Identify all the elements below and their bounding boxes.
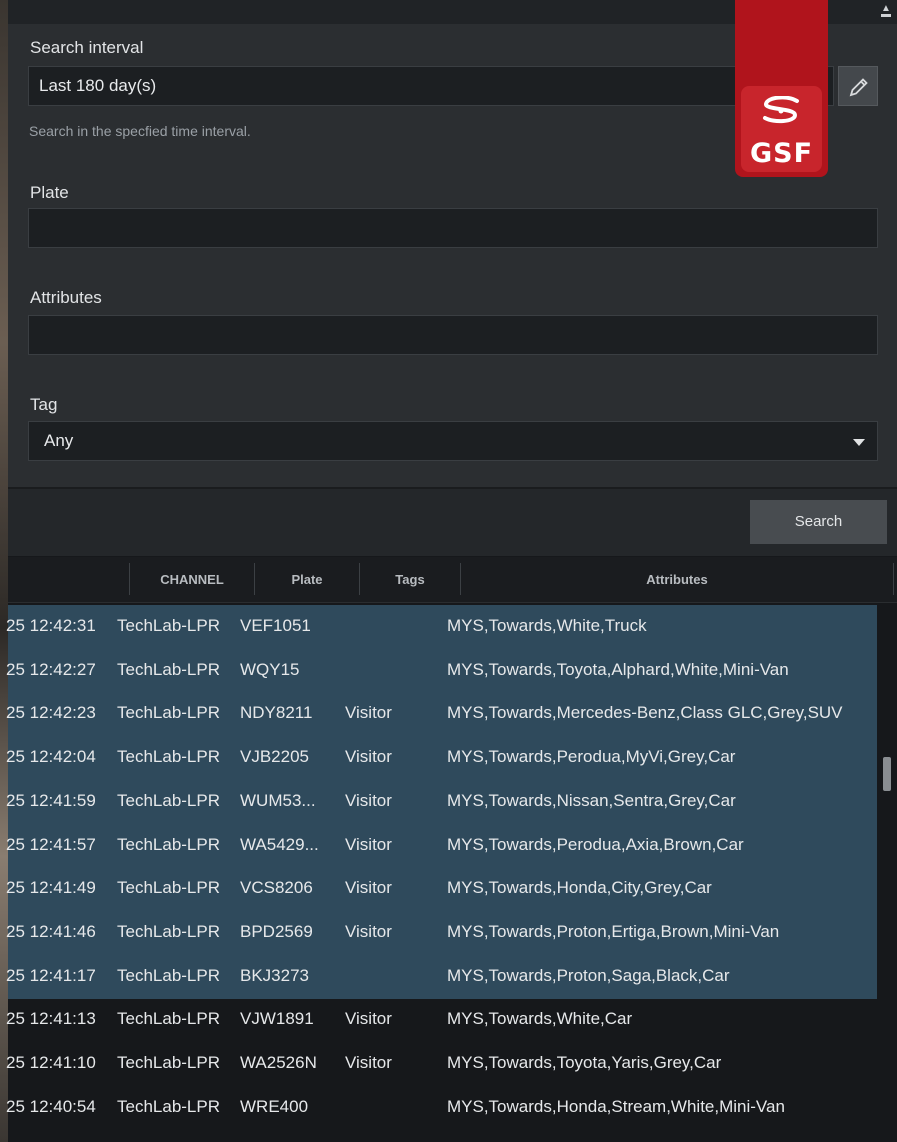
tag-label: Tag bbox=[30, 395, 58, 414]
search-interval-value: Last 180 day(s) bbox=[39, 76, 157, 95]
table-row[interactable]: 25 12:41:10 TechLab-LPR WA2526N Visitor MYS,… bbox=[6, 1042, 877, 1086]
cell-attributes: MYS,Towards,Honda,City,Grey,Car bbox=[447, 878, 712, 897]
table-row[interactable]: 25 12:41:57 TechLab-LPR WA5429... Visitor MY… bbox=[6, 824, 877, 868]
results-table-header: CHANNEL Plate Tags Attributes bbox=[8, 557, 897, 603]
search-button[interactable]: Search bbox=[750, 500, 887, 544]
plate-input[interactable] bbox=[28, 208, 878, 248]
gsf-logo-badge: GSF bbox=[741, 86, 822, 172]
cell-time: 25 12:40:54 bbox=[6, 1097, 96, 1116]
cell-channel: TechLab-LPR bbox=[117, 791, 221, 810]
cell-plate: VJB2205 bbox=[240, 747, 309, 766]
column-header-tags[interactable]: Tags bbox=[360, 557, 460, 603]
cell-time: 25 12:41:49 bbox=[6, 878, 96, 897]
cell-channel: TechLab-LPR bbox=[117, 747, 221, 766]
gsf-logo-text: GSF bbox=[749, 138, 814, 169]
cell-tags: Visitor bbox=[345, 703, 392, 722]
cell-channel: TechLab-LPR bbox=[117, 835, 221, 854]
table-row[interactable]: 25 12:41:13 TechLab-LPR VJW1891 Visitor MYS,… bbox=[6, 998, 877, 1042]
scrollbar-thumb[interactable] bbox=[883, 757, 891, 791]
attributes-label: Attributes bbox=[30, 288, 102, 307]
cell-channel: TechLab-LPR bbox=[117, 1053, 221, 1072]
gsf-logo-mark bbox=[763, 96, 799, 124]
cell-time: 25 12:41:59 bbox=[6, 791, 96, 810]
cell-time: 25 12:41:13 bbox=[6, 1009, 96, 1028]
column-header-plate[interactable]: Plate bbox=[255, 557, 359, 603]
cell-channel: TechLab-LPR bbox=[117, 966, 221, 985]
table-row[interactable]: 25 12:41:46 TechLab-LPR BPD2569 Visitor MYS,… bbox=[6, 911, 877, 955]
cell-plate: WA5429... bbox=[240, 835, 319, 854]
edit-interval-button[interactable] bbox=[838, 66, 878, 106]
cell-time: 25 12:42:23 bbox=[6, 703, 96, 722]
cell-plate: WRE400 bbox=[240, 1097, 309, 1116]
search-interval-hint: Search in the specfied time interval. bbox=[29, 123, 251, 139]
cell-plate: VCS8206 bbox=[240, 878, 313, 897]
cell-plate: NDY8211 bbox=[240, 703, 313, 722]
cell-tags: Visitor bbox=[345, 922, 392, 941]
cell-tags: Visitor bbox=[345, 878, 392, 897]
cell-time: 25 12:41:57 bbox=[6, 835, 96, 854]
cell-plate: WUM53... bbox=[240, 791, 316, 810]
cell-tags: Visitor bbox=[345, 747, 392, 766]
cell-plate: WA2526N bbox=[240, 1053, 317, 1072]
cell-channel: TechLab-LPR bbox=[117, 660, 221, 679]
table-row[interactable]: 25 12:42:23 TechLab-LPR NDY8211 Visitor MYS,… bbox=[6, 692, 877, 736]
cell-plate: BPD2569 bbox=[240, 922, 313, 941]
cell-attributes: MYS,Towards,Proton,Ertiga,Brown,Mini-Van bbox=[447, 922, 780, 941]
cell-time: 25 12:41:46 bbox=[6, 922, 96, 941]
cell-channel: TechLab-LPR bbox=[117, 1097, 221, 1116]
cell-channel: TechLab-LPR bbox=[117, 616, 221, 635]
table-row[interactable]: 25 12:41:17 TechLab-LPR BKJ3273 MYS,Towards… bbox=[6, 955, 877, 999]
cell-tags: Visitor bbox=[345, 1053, 392, 1072]
search-interval-label: Search interval bbox=[30, 38, 144, 57]
table-row[interactable]: 25 12:41:49 TechLab-LPR VCS8206 Visitor MYS,… bbox=[6, 867, 877, 911]
cell-time: 25 12:41:17 bbox=[6, 966, 96, 985]
table-row[interactable]: 25 12:42:31 TechLab-LPR VEF1051 MYS,Towards… bbox=[6, 605, 877, 649]
table-row[interactable]: 25 12:42:27 TechLab-LPR WQY15 MYS,Towards,T… bbox=[6, 649, 877, 693]
column-header-attributes[interactable]: Attributes bbox=[461, 557, 893, 603]
cell-time: 25 12:41:10 bbox=[6, 1053, 96, 1072]
cell-plate: BKJ3273 bbox=[240, 966, 309, 985]
cell-time: 25 12:42:04 bbox=[6, 747, 96, 766]
cell-attributes: MYS,Towards,White,Car bbox=[447, 1009, 633, 1028]
cell-attributes: MYS,Towards,Proton,Saga,Black,Car bbox=[447, 966, 730, 985]
cell-attributes: MYS,Towards,Perodua,Axia,Brown,Car bbox=[447, 835, 744, 854]
gsf-logo: GSF bbox=[735, 0, 828, 177]
cell-channel: TechLab-LPR bbox=[117, 1009, 221, 1028]
results-scrollbar[interactable] bbox=[877, 605, 897, 1142]
cell-attributes: MYS,Towards,White,Truck bbox=[447, 616, 647, 635]
collapse-up-icon[interactable]: ▲ ▬ bbox=[881, 4, 891, 20]
cell-attributes: MYS,Towards,Honda,Stream,White,Mini-Van bbox=[447, 1097, 785, 1116]
cell-channel: TechLab-LPR bbox=[117, 703, 221, 722]
attributes-input[interactable] bbox=[28, 315, 878, 355]
cell-attributes: MYS,Towards,Toyota,Alphard,White,Mini-Va… bbox=[447, 660, 789, 679]
search-interval-field[interactable]: Last 180 day(s) bbox=[28, 66, 834, 106]
cell-plate: WQY15 bbox=[240, 660, 300, 679]
cell-plate: VEF1051 bbox=[240, 616, 311, 635]
column-separator[interactable] bbox=[893, 563, 894, 595]
cell-attributes: MYS,Towards,Perodua,MyVi,Grey,Car bbox=[447, 747, 736, 766]
cell-channel: TechLab-LPR bbox=[117, 878, 221, 897]
search-bar: Search bbox=[8, 487, 897, 556]
cell-tags: Visitor bbox=[345, 791, 392, 810]
cell-plate: VJW1891 bbox=[240, 1009, 314, 1028]
cell-tags: Visitor bbox=[345, 835, 392, 854]
table-row[interactable]: 25 12:41:59 TechLab-LPR WUM53... Visitor MYS… bbox=[6, 780, 877, 824]
plate-label: Plate bbox=[30, 183, 69, 202]
tag-select-value: Any bbox=[44, 431, 74, 450]
cell-attributes: MYS,Towards,Mercedes-Benz,Class GLC,Grey… bbox=[447, 703, 843, 722]
cell-attributes: MYS,Towards,Toyota,Yaris,Grey,Car bbox=[447, 1053, 722, 1072]
chevron-down-icon bbox=[853, 439, 865, 446]
table-row[interactable]: 25 12:40:54 TechLab-LPR WRE400 MYS,Towards,… bbox=[6, 1086, 877, 1130]
pencil-icon bbox=[849, 78, 868, 97]
table-row[interactable]: 25 12:42:04 TechLab-LPR VJB2205 Visitor MYS,… bbox=[6, 736, 877, 780]
cell-time: 25 12:42:27 bbox=[6, 660, 96, 679]
tag-select[interactable]: Any bbox=[28, 421, 878, 461]
cell-attributes: MYS,Towards,Nissan,Sentra,Grey,Car bbox=[447, 791, 736, 810]
cell-channel: TechLab-LPR bbox=[117, 922, 221, 941]
cell-time: 25 12:42:31 bbox=[6, 616, 96, 635]
cell-tags: Visitor bbox=[345, 1009, 392, 1028]
column-header-channel[interactable]: CHANNEL bbox=[130, 557, 254, 603]
